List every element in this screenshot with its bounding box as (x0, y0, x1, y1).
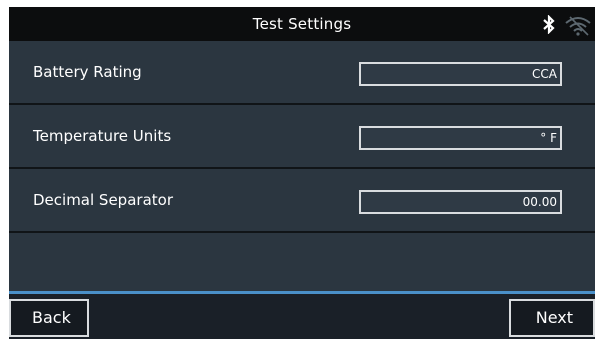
battery-rating-field[interactable]: CCA (359, 62, 562, 86)
empty-list-area (9, 234, 595, 291)
title-bar: Test Settings (9, 7, 595, 41)
bluetooth-icon (543, 15, 555, 34)
setting-label: Temperature Units (33, 127, 172, 145)
next-button[interactable]: Next (509, 299, 595, 337)
settings-list: Battery Rating CCA Temperature Units ° F… (9, 41, 595, 233)
device-screen: Test Settings Battery Rating CCA Tempera… (9, 7, 595, 339)
back-button[interactable]: Back (9, 299, 89, 337)
setting-label: Decimal Separator (33, 191, 173, 209)
setting-row-temperature-units[interactable]: Temperature Units ° F (9, 105, 595, 169)
setting-row-battery-rating[interactable]: Battery Rating CCA (9, 41, 595, 105)
temperature-units-field[interactable]: ° F (359, 126, 562, 150)
setting-label: Battery Rating (33, 63, 142, 81)
decimal-separator-field[interactable]: 00.00 (359, 190, 562, 214)
setting-row-decimal-separator[interactable]: Decimal Separator 00.00 (9, 169, 595, 233)
footer-bar: Back Next (9, 294, 595, 339)
page-title: Test Settings (252, 15, 352, 33)
wifi-icon (565, 16, 591, 36)
